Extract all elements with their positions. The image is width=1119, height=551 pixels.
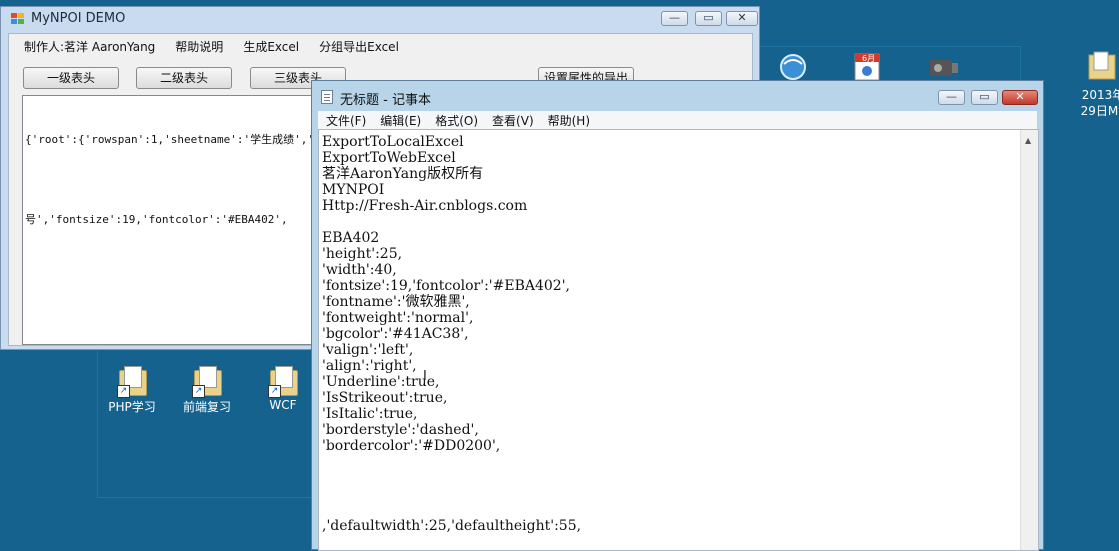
vertical-scrollbar[interactable]: ▲: [1020, 130, 1038, 550]
shortcut-arrow-icon: ↗: [268, 385, 281, 398]
notepad-menubar: 文件(F) 编辑(E) 格式(O) 查看(V) 帮助(H): [318, 111, 1037, 129]
globe-app-icon[interactable]: [777, 52, 811, 82]
app-icon: [11, 13, 25, 25]
desktop-folder-label: 2013年 29日My: [1068, 87, 1119, 119]
clock-line-2: 29日My: [1080, 104, 1119, 118]
desktop-icon-frontend[interactable]: ↗ 前端复习: [170, 366, 244, 415]
maximize-button[interactable]: ▭: [971, 90, 998, 105]
mynpoi-titlebar[interactable]: MyNPOI DEMO — ▭ ✕: [1, 7, 759, 33]
menu-edit[interactable]: 编辑(E): [380, 112, 421, 129]
shortcut-arrow-icon: ↗: [117, 385, 130, 398]
menu-view[interactable]: 查看(V): [492, 112, 534, 129]
window-title: MyNPOI DEMO: [31, 11, 126, 26]
level2-header-button[interactable]: 二级表头: [136, 67, 232, 89]
level1-header-button[interactable]: 一级表头: [23, 67, 119, 89]
menu-help[interactable]: 帮助说明: [175, 38, 223, 55]
shortcut-arrow-icon: ↗: [192, 385, 205, 398]
clock-line-1: 2013年: [1081, 88, 1119, 102]
minimize-button[interactable]: —: [661, 11, 688, 26]
menu-group-export[interactable]: 分组导出Excel: [319, 38, 399, 55]
notepad-text-area[interactable]: ExportToLocalExcel ExportToWebExcel 茗洋Aa…: [318, 129, 1039, 551]
mynpoi-menubar: 制作人:茗洋 AaronYang 帮助说明 生成Excel 分组导出Excel: [9, 34, 752, 58]
notepad-window: 无标题 - 记事本 — ▭ ✕ 文件(F) 编辑(E) 格式(O) 查看(V) …: [311, 80, 1044, 551]
menu-author[interactable]: 制作人:茗洋 AaronYang: [24, 38, 155, 55]
desktop-icon-label: PHP学习: [108, 400, 156, 414]
desktop-icon-wcf[interactable]: ↗ WCF: [246, 366, 320, 412]
notepad-text: ExportToLocalExcel ExportToWebExcel 茗洋Aa…: [322, 134, 582, 534]
camera-app-icon[interactable]: [926, 52, 960, 82]
notepad-title: 无标题 - 记事本: [340, 93, 431, 108]
menu-format[interactable]: 格式(O): [435, 112, 478, 129]
menu-help[interactable]: 帮助(H): [548, 112, 590, 129]
maximize-button[interactable]: ▭: [695, 11, 722, 26]
folder-icon[interactable]: [1086, 50, 1119, 80]
calendar-app-icon[interactable]: 6月: [851, 52, 885, 82]
menu-file[interactable]: 文件(F): [326, 112, 366, 129]
notepad-titlebar[interactable]: 无标题 - 记事本 — ▭ ✕: [312, 81, 1043, 111]
desktop-icon-php[interactable]: ↗ PHP学习: [95, 366, 169, 415]
notepad-icon: [321, 90, 333, 104]
desktop-icon-label: WCF: [269, 398, 297, 412]
mouse-cursor-icon: I: [423, 369, 427, 384]
minimize-button[interactable]: —: [938, 90, 965, 105]
menu-generate-excel[interactable]: 生成Excel: [243, 38, 299, 55]
close-button[interactable]: ✕: [1002, 90, 1038, 105]
calendar-badge: 6月: [862, 54, 876, 63]
close-button[interactable]: ✕: [726, 11, 758, 26]
scroll-up-arrow-icon[interactable]: ▲: [1025, 136, 1031, 145]
desktop-icon-label: 前端复习: [182, 400, 231, 414]
